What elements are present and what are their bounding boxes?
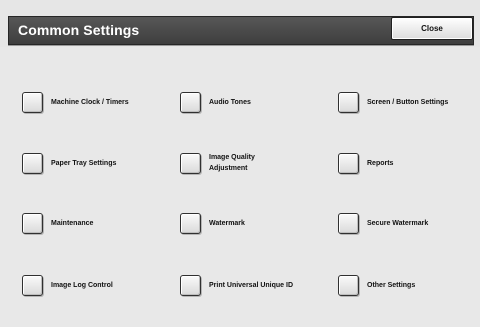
page-title: Common Settings	[18, 22, 140, 38]
common-settings-screen: Common Settings Close Machine Clock / Ti…	[0, 0, 480, 327]
option-label: Print Universal Unique ID	[209, 281, 294, 289]
option-checkbox[interactable]	[338, 152, 359, 174]
header-divider	[8, 45, 474, 46]
option-label: Reports	[367, 159, 394, 167]
option-checkbox[interactable]	[338, 212, 359, 234]
option-checkbox[interactable]	[22, 152, 43, 174]
option-label: Audio Tones	[209, 98, 251, 106]
option-audio-tones[interactable]: Audio Tones	[180, 90, 251, 114]
option-image-log-control[interactable]: Image Log Control	[22, 273, 113, 297]
option-label: Machine Clock / Timers	[51, 98, 129, 106]
option-checkbox[interactable]	[22, 212, 43, 234]
option-image-quality-adjustment[interactable]: Image Quality Adjustment	[180, 151, 255, 175]
option-label: Image Quality Adjustment	[209, 154, 255, 172]
option-checkbox[interactable]	[180, 91, 201, 113]
option-other-settings[interactable]: Other Settings	[338, 273, 415, 297]
option-checkbox[interactable]	[338, 91, 359, 113]
option-machine-clock-timers[interactable]: Machine Clock / Timers	[22, 90, 129, 114]
option-print-universal-unique-id[interactable]: Print Universal Unique ID	[180, 273, 293, 297]
option-checkbox[interactable]	[22, 91, 43, 113]
option-reports[interactable]: Reports	[338, 151, 393, 175]
option-label: Screen / Button Settings	[367, 98, 449, 106]
option-watermark[interactable]: Watermark	[180, 211, 245, 235]
close-button[interactable]: Close	[391, 17, 473, 40]
header: Common Settings Close	[0, 0, 480, 47]
option-label: Secure Watermark	[367, 219, 429, 227]
option-checkbox[interactable]	[180, 274, 201, 296]
option-paper-tray-settings[interactable]: Paper Tray Settings	[22, 151, 116, 175]
option-label: Other Settings	[367, 281, 416, 289]
option-label: Paper Tray Settings	[51, 159, 117, 167]
option-label: Maintenance	[51, 219, 94, 227]
option-label: Watermark	[209, 219, 245, 227]
option-checkbox[interactable]	[338, 274, 359, 296]
option-secure-watermark[interactable]: Secure Watermark	[338, 211, 428, 235]
option-checkbox[interactable]	[22, 274, 43, 296]
option-checkbox[interactable]	[180, 152, 201, 174]
option-label: Image Log Control	[51, 281, 113, 289]
option-checkbox[interactable]	[180, 212, 201, 234]
option-screen-button-settings[interactable]: Screen / Button Settings	[338, 90, 448, 114]
option-maintenance[interactable]: Maintenance	[22, 211, 93, 235]
